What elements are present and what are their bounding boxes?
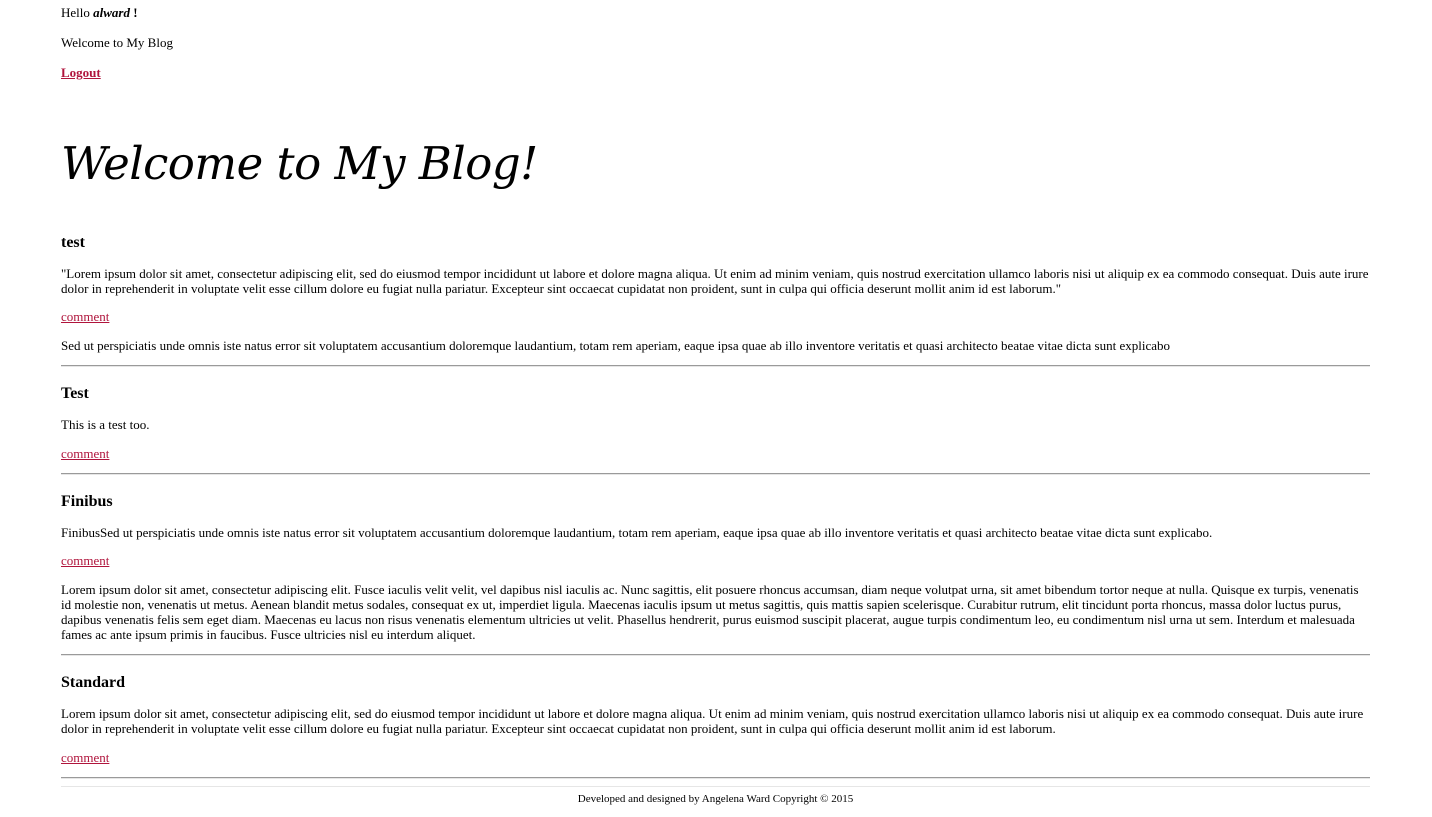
logout-link[interactable]: Logout <box>61 65 101 81</box>
post-title: Test <box>61 385 89 402</box>
post-body: "Lorem ipsum dolor sit amet, consectetur… <box>61 266 1369 296</box>
post-divider <box>61 777 1370 779</box>
comment-link[interactable]: comment <box>61 446 109 461</box>
post-divider <box>61 473 1370 475</box>
greeting-prefix: Hello <box>61 5 94 20</box>
comment-link[interactable]: comment <box>61 553 109 568</box>
page-title: Welcome to My Blog! <box>61 137 538 190</box>
post-title: Standard <box>61 674 126 691</box>
greeting: Hello alward ! <box>61 5 138 21</box>
welcome-text: Welcome to My Blog <box>61 35 173 50</box>
footer: Developed and designed by Angelena Ward … <box>61 786 1370 806</box>
comment-link[interactable]: comment <box>61 309 109 324</box>
username: alward <box>93 5 130 20</box>
post-divider <box>61 654 1370 656</box>
post-divider <box>61 365 1370 367</box>
comment-text: Sed ut perspiciatis unde omnis iste natu… <box>61 338 1170 353</box>
post-title: test <box>61 234 85 251</box>
post-body: FinibusSed ut perspiciatis unde omnis is… <box>61 525 1213 540</box>
post-title: Finibus <box>61 493 113 510</box>
footer-text: Developed and designed by Angelena Ward … <box>577 793 854 805</box>
greeting-suffix: ! <box>129 5 138 20</box>
post-body: Lorem ipsum dolor sit amet, consectetur … <box>61 706 1364 736</box>
post-body: This is a test too. <box>61 417 150 432</box>
comment-link[interactable]: comment <box>61 750 109 765</box>
comment-text: Lorem ipsum dolor sit amet, consectetur … <box>61 582 1359 642</box>
